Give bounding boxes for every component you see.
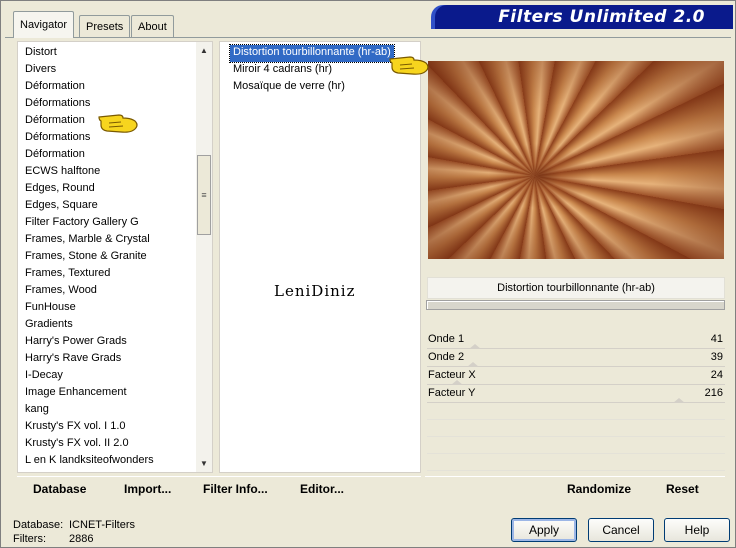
empty-param-row xyxy=(427,420,725,437)
filter-row: Distortion tourbillonnante (hr-ab) xyxy=(229,44,395,63)
category-item[interactable]: Distort xyxy=(24,44,200,61)
param-label: Facteur Y xyxy=(428,387,476,399)
slider-thumb[interactable] xyxy=(673,398,685,403)
filter-item[interactable]: Distortion tourbillonnante (hr-ab) xyxy=(229,44,395,63)
category-list-panel[interactable]: Distort Divers Déformation Déformations Défo… xyxy=(17,41,213,473)
category-item[interactable]: ECWS halftone xyxy=(24,163,200,180)
signature-watermark: LeniDiniz xyxy=(274,282,356,300)
apply-button[interactable]: Apply xyxy=(511,518,577,542)
category-scrollbar[interactable]: ▲ ≡ ▼ xyxy=(196,42,212,472)
scroll-down-arrow-icon[interactable]: ▼ xyxy=(196,456,212,472)
filters-unlimited-window: Navigator Presets About Filters Unlimite… xyxy=(0,0,736,548)
editor-button[interactable]: Editor... xyxy=(300,482,344,496)
category-item[interactable]: FunHouse xyxy=(24,299,200,316)
param-label: Onde 2 xyxy=(428,351,465,363)
tab-divider xyxy=(5,37,731,38)
param-value: 216 xyxy=(704,387,723,399)
status-footer: Database: ICNET-Filters Filters: 2886 xyxy=(13,518,135,546)
scroll-thumb[interactable]: ≡ xyxy=(197,155,211,235)
tab-navigator[interactable]: Navigator xyxy=(13,11,75,38)
parameter-list: Onde 1 41 Onde 2 39 Facteur X 24 Facteur… xyxy=(427,331,725,471)
filter-list[interactable]: Distortion tourbillonnante (hr-ab) Miroir… xyxy=(229,44,395,96)
category-item[interactable]: Edges, Square xyxy=(24,197,200,214)
category-item[interactable]: Edges, Round xyxy=(24,180,200,197)
category-item[interactable]: Harry's Power Grads xyxy=(24,333,200,350)
import-button[interactable]: Import... xyxy=(124,482,171,496)
category-item[interactable]: Harry's Rave Grads xyxy=(24,350,200,367)
category-item[interactable]: L en K landksiteofwonders xyxy=(24,452,200,469)
pointing-hand-icon xyxy=(389,56,429,75)
progress-bar xyxy=(426,300,725,310)
filter-info-button[interactable]: Filter Info... xyxy=(203,482,268,496)
category-item[interactable]: Frames, Marble & Crystal xyxy=(24,231,200,248)
category-item[interactable]: Gradients xyxy=(24,316,200,333)
tab-about[interactable]: About xyxy=(131,15,174,37)
category-item[interactable]: Frames, Textured xyxy=(24,265,200,282)
database-value: ICNET-Filters xyxy=(69,519,135,531)
category-list[interactable]: Distort Divers Déformation Déformations Défo… xyxy=(24,44,200,469)
param-slider-onde-1[interactable]: Onde 1 41 xyxy=(427,331,725,349)
database-label: Database: xyxy=(13,519,64,531)
filter-row: Miroir 4 cadrans (hr) xyxy=(230,62,394,79)
filters-count: 2886 xyxy=(69,533,94,545)
category-item[interactable]: Divers xyxy=(24,61,200,78)
filter-list-panel[interactable]: Distortion tourbillonnante (hr-ab) Miroir… xyxy=(219,41,421,473)
param-slider-onde-2[interactable]: Onde 2 39 xyxy=(427,349,725,367)
filter-item[interactable]: Mosaïque de verre (hr) xyxy=(230,79,348,96)
filter-row: Mosaïque de verre (hr) xyxy=(230,79,394,96)
database-button[interactable]: Database xyxy=(33,482,86,496)
left-button-bar: Database Import... Filter Info... Editor… xyxy=(17,476,421,502)
param-value: 41 xyxy=(710,333,723,345)
param-value: 39 xyxy=(710,351,723,363)
category-item[interactable]: kang xyxy=(24,401,200,418)
param-label: Onde 1 xyxy=(428,333,465,345)
cancel-button[interactable]: Cancel xyxy=(588,518,654,542)
randomize-button[interactable]: Randomize xyxy=(567,482,631,496)
empty-param-row xyxy=(427,403,725,420)
right-button-bar: Randomize Reset xyxy=(425,476,725,502)
pointing-hand-icon xyxy=(98,114,138,133)
category-item[interactable]: Frames, Wood xyxy=(24,282,200,299)
param-value: 24 xyxy=(710,369,723,381)
category-item[interactable]: Déformation xyxy=(24,146,200,163)
param-slider-facteur-x[interactable]: Facteur X 24 xyxy=(427,367,725,385)
preview-image xyxy=(428,61,724,259)
empty-param-row xyxy=(427,437,725,454)
category-item[interactable]: I-Decay xyxy=(24,367,200,384)
category-item[interactable]: Déformation xyxy=(24,78,200,95)
category-item[interactable]: Filter Factory Gallery G xyxy=(24,214,200,231)
category-item[interactable]: Krusty's FX vol. II 2.0 xyxy=(24,435,200,452)
filter-item[interactable]: Miroir 4 cadrans (hr) xyxy=(230,62,335,79)
banner-title: Filters Unlimited 2.0 xyxy=(498,7,705,27)
param-slider-facteur-y[interactable]: Facteur Y 216 xyxy=(427,385,725,403)
help-button[interactable]: Help xyxy=(664,518,730,542)
scroll-up-arrow-icon[interactable]: ▲ xyxy=(196,43,212,59)
category-item[interactable]: Frames, Stone & Granite xyxy=(24,248,200,265)
category-item[interactable]: Krusty's FX vol. I 1.0 xyxy=(24,418,200,435)
reset-button[interactable]: Reset xyxy=(666,482,699,496)
tab-presets[interactable]: Presets xyxy=(79,15,131,37)
empty-param-row xyxy=(427,454,725,471)
filters-label: Filters: xyxy=(13,533,46,545)
preview-filter-title: Distortion tourbillonnante (hr-ab) xyxy=(427,277,725,299)
title-banner: Filters Unlimited 2.0 xyxy=(435,5,733,29)
category-item[interactable]: Image Enhancement xyxy=(24,384,200,401)
